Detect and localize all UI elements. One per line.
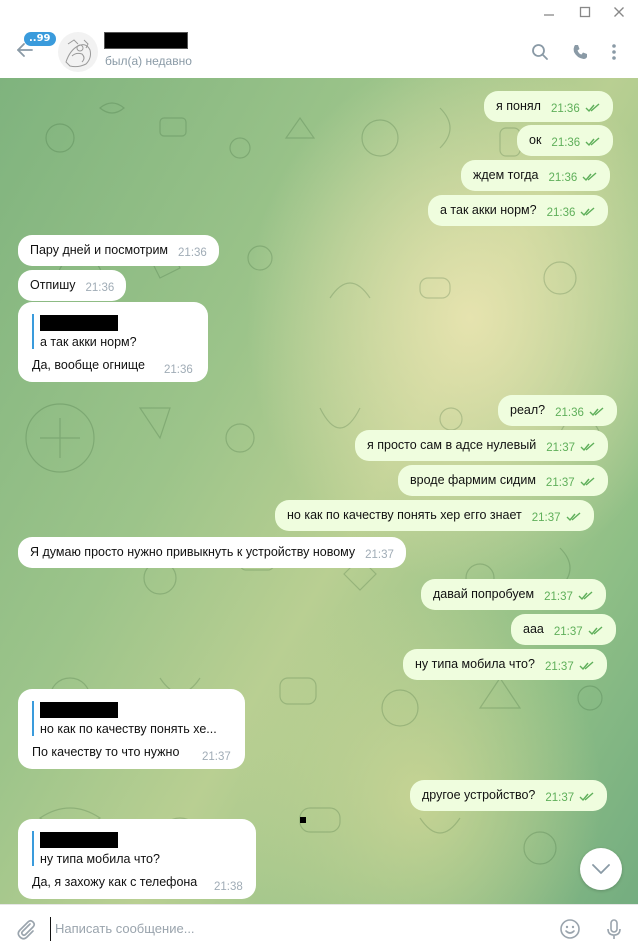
read-check-icon [582, 163, 598, 194]
message-incoming[interactable]: Я думаю просто нужно привыкнуть к устрой… [18, 537, 406, 568]
message-outgoing[interactable]: ну типа мобила что? 21:37 [403, 649, 607, 680]
chat-header: ..99 был(а) недавно [0, 24, 638, 78]
search-icon[interactable] [528, 40, 552, 64]
read-check-icon [579, 652, 595, 683]
chevron-down-icon [592, 864, 610, 874]
unread-badge: ..99 [24, 32, 56, 46]
message-incoming-reply[interactable]: но как по качеству понять хе... По качес… [18, 689, 245, 769]
message-outgoing[interactable]: я просто сам в адсе нулевый 21:37 [355, 430, 608, 461]
read-check-icon [585, 128, 601, 159]
message-outgoing[interactable]: но как по качеству понять хер егго знает… [275, 500, 594, 531]
scroll-down-button[interactable] [580, 848, 622, 890]
avatar[interactable] [58, 32, 98, 72]
reply-quote[interactable]: ну типа мобила что? [32, 831, 160, 866]
message-outgoing[interactable]: ждем тогда 21:36 [461, 160, 611, 194]
message-composer: Написать сообщение... [0, 904, 638, 951]
message-outgoing[interactable]: я понял 21:36 [484, 91, 613, 122]
message-input[interactable]: Написать сообщение... [50, 917, 530, 941]
reply-author-redacted [40, 315, 118, 331]
message-outgoing[interactable]: ок 21:36 [517, 125, 614, 159]
reply-author-redacted [40, 832, 118, 848]
read-check-icon [580, 468, 596, 499]
emoji-icon[interactable] [558, 917, 582, 941]
reply-author-redacted [40, 702, 118, 718]
read-check-icon [578, 582, 594, 613]
read-check-icon [588, 617, 604, 648]
reply-quote[interactable]: а так акки норм? [32, 314, 137, 349]
read-check-icon [566, 503, 582, 534]
message-incoming-reply[interactable]: а так акки норм? Да, вообще огнище 21:36 [18, 302, 208, 382]
paperclip-icon[interactable] [14, 917, 38, 941]
maximize-icon[interactable] [570, 2, 600, 22]
message-outgoing[interactable]: ааа 21:37 [511, 614, 616, 645]
message-outgoing[interactable]: реал? 21:36 [498, 395, 617, 426]
contact-status: был(а) недавно [105, 54, 192, 68]
read-check-icon [580, 198, 596, 229]
read-check-icon [589, 398, 605, 429]
reply-quote[interactable]: но как по качеству понять хе... [32, 701, 217, 736]
microphone-icon[interactable] [602, 917, 626, 941]
window-titlebar [0, 0, 638, 24]
read-check-icon [580, 433, 596, 464]
message-outgoing[interactable]: вроде фармим сидим 21:37 [398, 465, 608, 496]
cursor-dot [300, 817, 306, 823]
chat-area[interactable]: я понял 21:36 ок 21:36 ждем тогда 21:36 а т… [0, 78, 638, 904]
message-outgoing[interactable]: а так акки норм? 21:36 [428, 195, 609, 229]
contact-name-redacted [104, 32, 188, 49]
message-outgoing[interactable]: другое устройство? 21:37 [410, 780, 608, 814]
message-incoming[interactable]: Отпишу 21:36 [18, 270, 127, 301]
read-check-icon [579, 783, 595, 814]
close-icon[interactable] [604, 2, 634, 22]
message-incoming-reply[interactable]: ну типа мобила что? Да, я захожу как с т… [18, 819, 256, 899]
message-outgoing[interactable]: давай попробуем 21:37 [421, 579, 606, 610]
phone-icon[interactable] [568, 40, 592, 64]
read-check-icon [585, 94, 601, 125]
more-menu-icon[interactable] [602, 40, 626, 64]
minimize-icon[interactable] [534, 2, 564, 22]
message-incoming[interactable]: Пару дней и посмотрим 21:36 [18, 235, 219, 266]
